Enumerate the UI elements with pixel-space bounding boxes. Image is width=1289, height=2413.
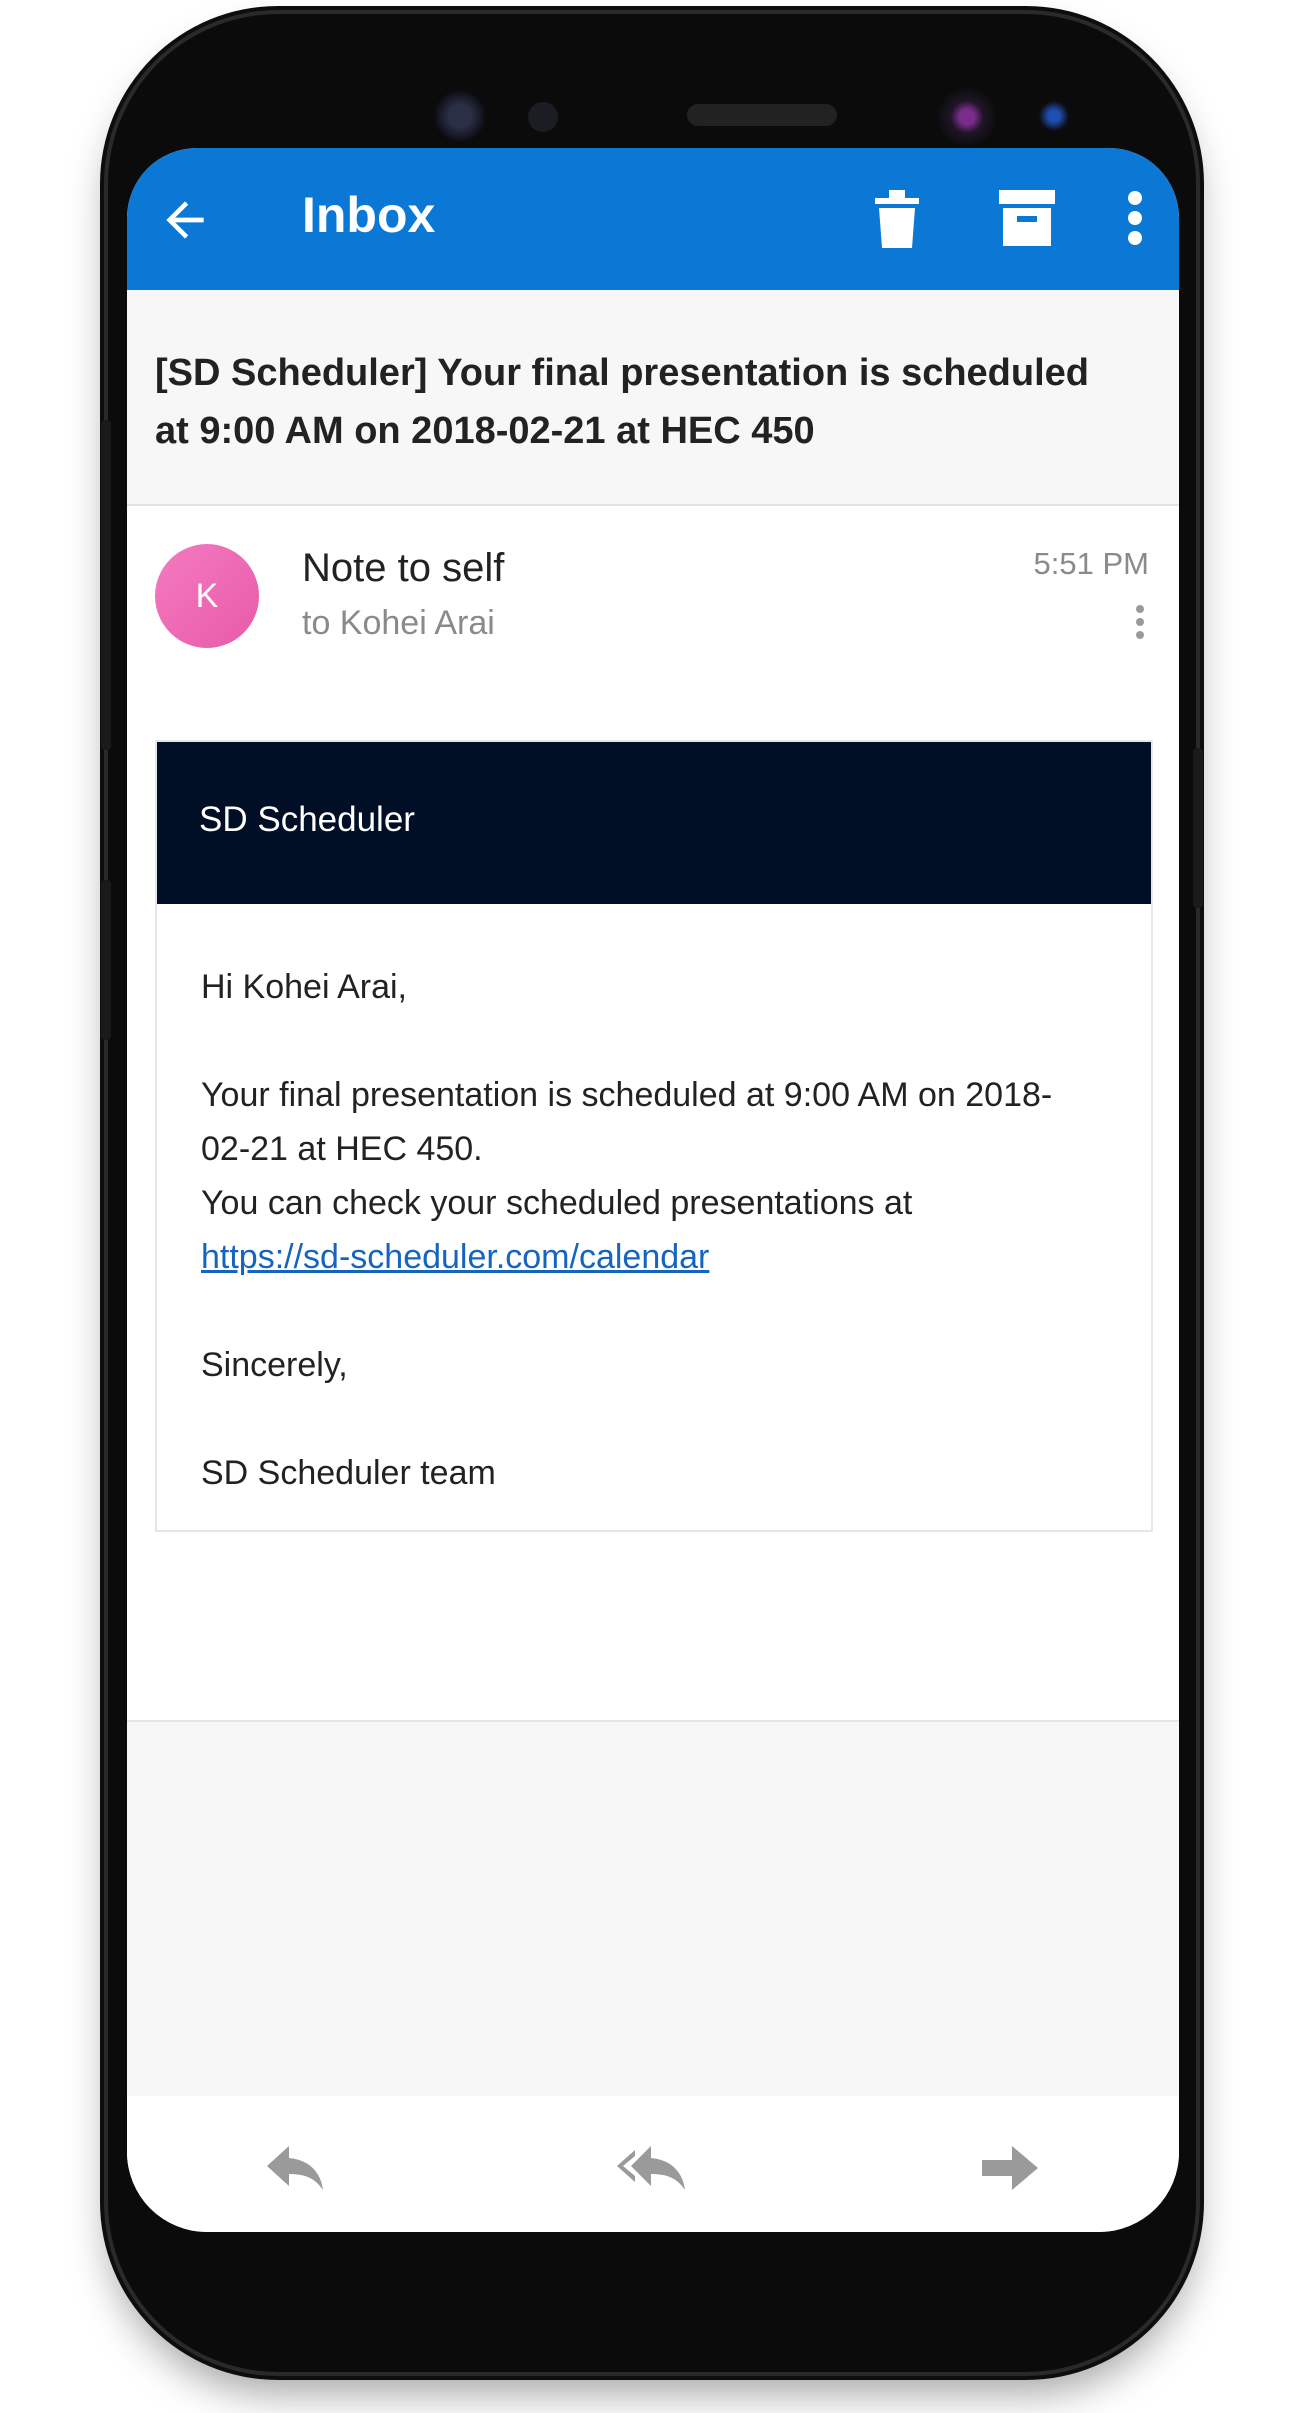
calendar-link[interactable]: https://sd-scheduler.com/calendar [201, 1238, 709, 1276]
proximity-sensor-icon [528, 102, 558, 132]
reply-all-icon[interactable] [617, 2146, 685, 2190]
greeting: Hi Kohei Arai, [201, 968, 407, 1006]
trash-icon[interactable] [875, 190, 919, 248]
earpiece-speaker [687, 104, 837, 126]
bottom-action-bar [127, 2096, 1179, 2232]
recipient-line: to Kohei Arai [302, 604, 495, 642]
message-body: SD Scheduler Hi Kohei Arai, Your final p… [127, 706, 1179, 1722]
body-line: Your final presentation is scheduled at … [201, 1076, 1053, 1168]
message-more-icon[interactable] [1135, 604, 1145, 640]
screen: Inbox [SD Scheduler] Your final presenta… [127, 148, 1179, 2232]
app-bar: Inbox [127, 148, 1179, 290]
power-button [1193, 748, 1203, 908]
banner-title: SD Scheduler [199, 800, 415, 839]
back-arrow-icon[interactable] [157, 192, 213, 248]
sender-name: Note to self [302, 546, 505, 590]
volume-button [101, 880, 111, 1040]
body-line: You can check your scheduled presentatio… [201, 1184, 913, 1222]
message-header[interactable]: K Note to self to Kohei Arai 5:51 PM [127, 506, 1179, 706]
email-subject: [SD Scheduler] Your final presentation i… [155, 352, 1090, 452]
email-content: Hi Kohei Arai, Your final presentation i… [201, 960, 1101, 1500]
page-title: Inbox [302, 187, 436, 243]
subject-area: [SD Scheduler] Your final presentation i… [127, 290, 1179, 506]
email-card: SD Scheduler Hi Kohei Arai, Your final p… [155, 740, 1153, 1532]
message-time: 5:51 PM [1033, 546, 1149, 581]
more-vert-icon[interactable] [1124, 190, 1146, 246]
avatar[interactable]: K [155, 544, 259, 648]
closing: Sincerely, [201, 1346, 348, 1384]
bixby-button [101, 420, 111, 750]
email-banner: SD Scheduler [157, 742, 1151, 904]
iris-scanner-icon [434, 90, 486, 142]
reply-icon[interactable] [267, 2146, 323, 2190]
iris-led-icon [1038, 100, 1070, 132]
archive-icon[interactable] [999, 190, 1055, 246]
front-camera-icon [938, 88, 996, 146]
forward-icon[interactable] [982, 2146, 1038, 2190]
signature: SD Scheduler team [201, 1454, 496, 1492]
